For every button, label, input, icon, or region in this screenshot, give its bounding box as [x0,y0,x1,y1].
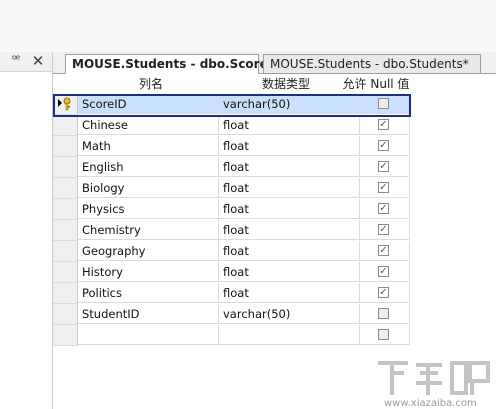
tab-students[interactable]: MOUSE.Students - dbo.Students* [263,54,481,73]
row-selector[interactable] [53,115,78,136]
close-icon[interactable]: ✕ [30,52,46,70]
column-name-cell[interactable]: Biology [78,178,219,198]
data-type-cell[interactable]: float [219,157,360,177]
table-row[interactable]: English float ✓ [53,157,410,178]
row-selector[interactable] [53,325,78,346]
allow-null-cell: ✓ [360,283,410,303]
row-selector[interactable] [53,178,78,199]
table-row[interactable]: Math float ✓ [53,136,410,157]
allow-null-cell: ✓ [360,199,410,219]
column-name-cell[interactable]: Geography [78,241,219,261]
left-panel-header: ꟹ ✕ [0,52,52,72]
allow-null-cell: ✓ [360,136,410,156]
row-selector[interactable] [53,136,78,157]
table-row[interactable]: Physics float ✓ [53,199,410,220]
column-name-cell[interactable]: ScoreID [78,94,219,114]
data-type-cell[interactable]: float [219,199,360,219]
column-name-cell[interactable]: History [78,262,219,282]
table-row[interactable] [53,325,410,346]
table-row[interactable]: Politics float ✓ [53,283,410,304]
allow-null-checkbox[interactable]: ✓ [378,140,389,151]
allow-null-checkbox[interactable]: ✓ [378,161,389,172]
allow-null-checkbox[interactable]: ✓ [378,182,389,193]
allow-null-cell: ✓ [360,115,410,135]
table-row[interactable]: Chinese float ✓ [53,115,410,136]
column-name-cell[interactable]: Math [78,136,219,156]
table-row[interactable]: Chemistry float ✓ [53,220,410,241]
allow-null-cell [360,325,410,345]
column-name-cell[interactable]: English [78,157,219,177]
column-name-cell[interactable]: Politics [78,283,219,303]
row-selector[interactable] [53,199,78,220]
table-row[interactable]: ScoreID varchar(50) [53,94,410,115]
allow-null-checkbox[interactable]: ✓ [378,266,389,277]
allow-null-cell [360,94,410,114]
allow-null-cell: ✓ [360,178,410,198]
data-type-cell[interactable]: varchar(50) [219,304,360,324]
column-name-cell[interactable]: Physics [78,199,219,219]
allow-null-checkbox[interactable]: ✓ [378,203,389,214]
allow-null-checkbox[interactable]: ✓ [378,119,389,130]
allow-null-cell: ✓ [360,157,410,177]
header-allow-null: 允许 Null 值 [342,77,410,91]
data-type-cell[interactable]: varchar(50) [219,94,360,114]
allow-null-checkbox[interactable]: ✓ [378,224,389,235]
column-name-cell[interactable] [78,325,219,345]
tab-score[interactable]: MOUSE.Students - dbo.Score [65,54,268,74]
data-type-cell[interactable]: float [219,115,360,135]
pin-icon[interactable]: ꟹ [9,52,23,70]
data-type-cell[interactable]: float [219,136,360,156]
row-selector[interactable] [53,283,78,304]
allow-null-cell: ✓ [360,220,410,240]
column-name-cell[interactable]: StudentID [78,304,219,324]
table-row[interactable]: History float ✓ [53,262,410,283]
data-type-cell[interactable]: float [219,262,360,282]
allow-null-cell: ✓ [360,241,410,261]
data-type-cell[interactable]: float [219,178,360,198]
column-name-cell[interactable]: Chemistry [78,220,219,240]
data-type-cell[interactable]: float [219,220,360,240]
data-type-cell[interactable] [219,325,360,345]
row-selector[interactable] [53,241,78,262]
column-name-cell[interactable]: Chinese [78,115,219,135]
primary-key-icon [58,97,71,111]
header-data-type: 数据类型 [261,77,310,91]
table-row[interactable]: Biology float ✓ [53,178,410,199]
allow-null-checkbox[interactable]: ✓ [378,245,389,256]
allow-null-cell: ✓ [360,262,410,282]
left-docked-panel: ꟹ ✕ [0,52,53,409]
allow-null-checkbox[interactable] [378,308,389,319]
watermark-url: www.xiazaiba.com [384,398,477,409]
top-background [0,0,496,52]
row-selector[interactable] [53,157,78,178]
data-type-cell[interactable]: float [219,283,360,303]
table-row[interactable]: Geography float ✓ [53,241,410,262]
allow-null-checkbox[interactable] [378,98,389,109]
table-row[interactable]: StudentID varchar(50) [53,304,410,325]
document-tabs: MOUSE.Students - dbo.Score MOUSE.Student… [53,52,496,74]
allow-null-checkbox[interactable] [378,329,389,340]
allow-null-checkbox[interactable]: ✓ [378,287,389,298]
row-selector[interactable] [53,304,78,325]
header-column-name: 列名 [138,77,163,91]
row-selector[interactable] [53,262,78,283]
row-selector[interactable] [53,220,78,241]
allow-null-cell [360,304,410,324]
row-selector[interactable] [53,94,78,115]
data-type-cell[interactable]: float [219,241,360,261]
